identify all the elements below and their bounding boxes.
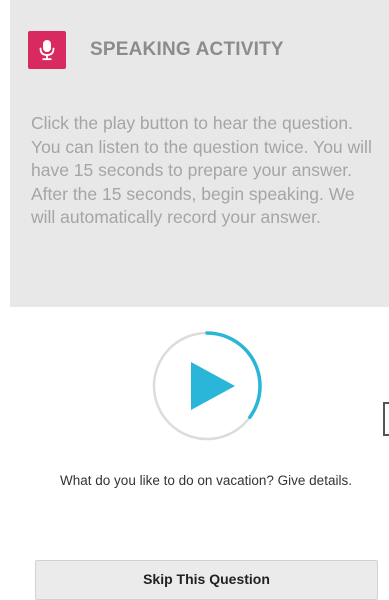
play-progress-ring (152, 331, 262, 441)
instructions-panel: SPEAKING ACTIVITY Click the play button … (10, 0, 389, 307)
skip-button-label: Skip This Question (143, 571, 270, 587)
play-icon (191, 362, 235, 410)
skip-question-button[interactable]: Skip This Question (35, 560, 378, 600)
activity-instructions: Click the play button to hear the questi… (31, 113, 372, 228)
activity-title: SPEAKING ACTIVITY (90, 39, 284, 60)
play-button[interactable] (151, 330, 263, 442)
edge-marker (383, 402, 389, 436)
question-text: What do you like to do on vacation? Give… (60, 473, 352, 488)
microphone-icon (28, 31, 66, 69)
panel-header: SPEAKING ACTIVITY (28, 31, 284, 69)
